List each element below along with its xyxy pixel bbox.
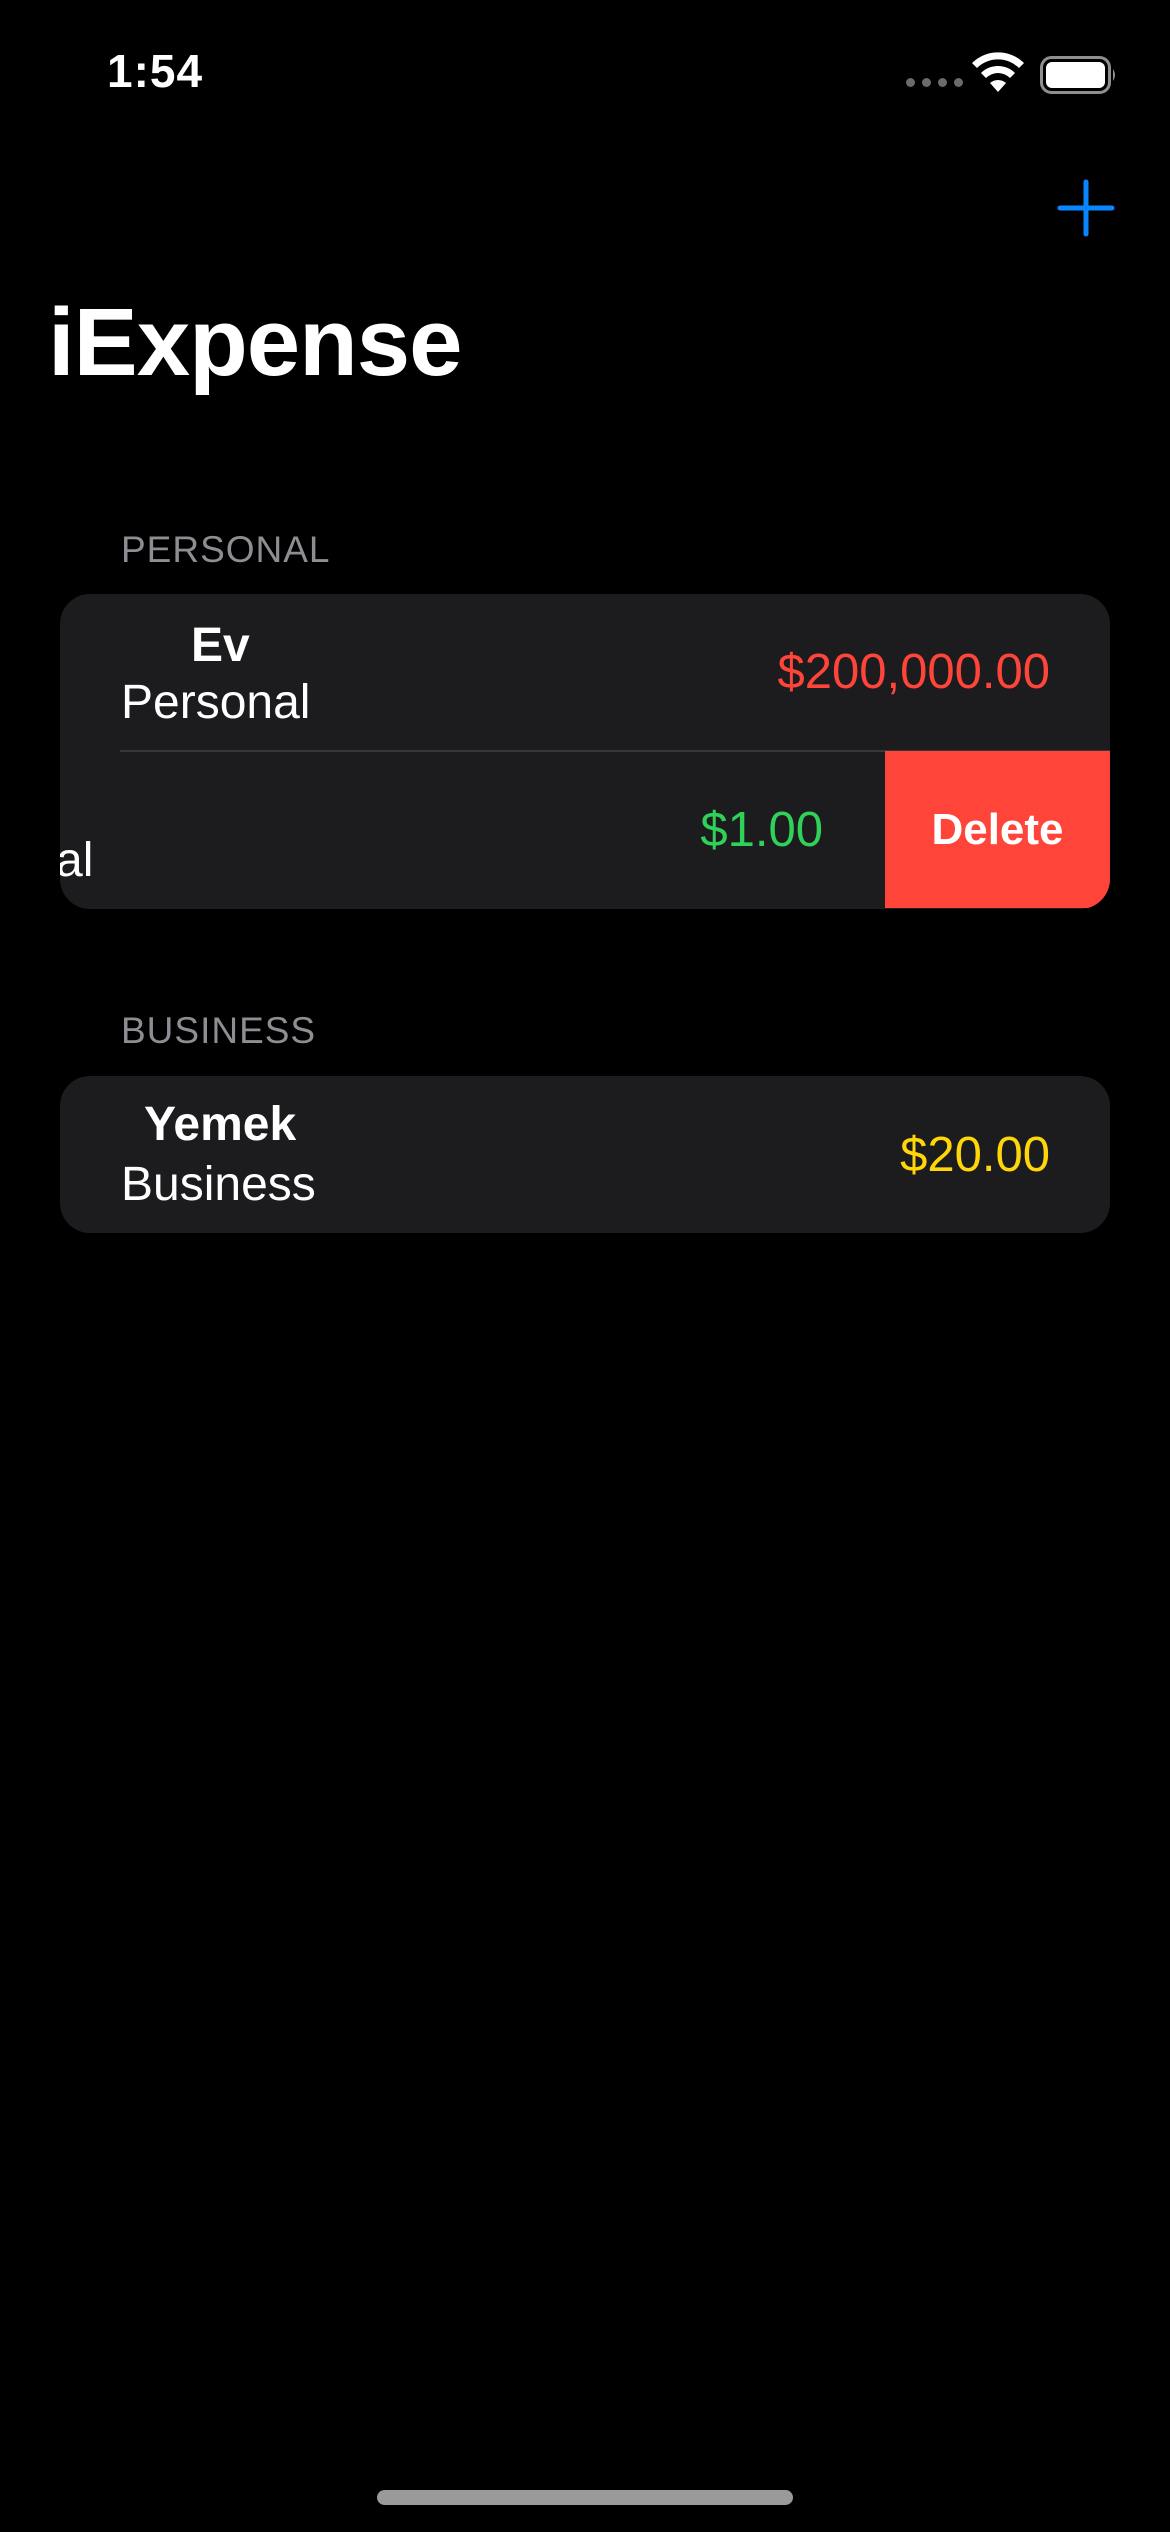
expense-type: Business <box>121 1158 316 1211</box>
list-item-swiped[interactable]: al $1.00 Delete <box>60 751 1110 908</box>
iexpense-screen: 1:54 iExpense PERSONAL Ev Personal $200,… <box>0 0 1170 2532</box>
add-expense-button[interactable] <box>1056 178 1116 238</box>
cellular-signal-icon <box>906 78 963 87</box>
business-expense-list: Yemek Business $20.00 <box>60 1076 1110 1233</box>
status-time: 1:54 <box>107 45 204 97</box>
expense-type: al <box>60 834 94 887</box>
home-indicator[interactable] <box>377 2490 793 2505</box>
delete-button[interactable]: Delete <box>885 751 1110 908</box>
list-item[interactable]: Yemek Business $20.00 <box>60 1076 1110 1233</box>
section-header-business: BUSINESS <box>121 1010 317 1051</box>
list-item[interactable]: Ev Personal $200,000.00 <box>60 594 1110 752</box>
expense-name: Yemek <box>144 1098 297 1151</box>
battery-icon <box>1040 56 1115 94</box>
expense-amount: $1.00 <box>700 803 823 857</box>
personal-expense-list: Ev Personal $200,000.00 al $1.00 Delete <box>60 594 1110 909</box>
expense-type: Personal <box>121 676 311 729</box>
page-title: iExpense <box>48 289 463 396</box>
expense-name: Ev <box>191 619 250 672</box>
expense-amount: $200,000.00 <box>777 645 1051 699</box>
section-header-personal: PERSONAL <box>121 529 331 570</box>
plus-icon <box>1057 179 1115 237</box>
expense-amount: $20.00 <box>900 1128 1050 1182</box>
wifi-icon <box>972 52 1024 92</box>
